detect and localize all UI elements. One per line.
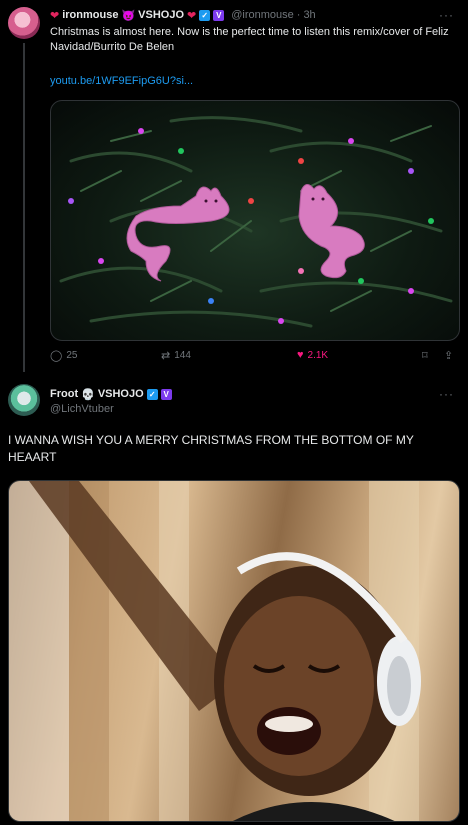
- share-icon: ⇪: [444, 350, 454, 362]
- tweet-header: ❤ ironmouse 😈 VSHOJO ❤ ✓ V @ironmouse · …: [50, 6, 316, 24]
- display-name-part2[interactable]: VSHOJO: [138, 9, 184, 21]
- avatar[interactable]: [8, 7, 40, 39]
- tweet-link[interactable]: youtu.be/1WF9EFipG6U?si...: [50, 75, 193, 87]
- more-options-icon[interactable]: ···: [439, 387, 454, 401]
- timestamp[interactable]: 3h: [303, 9, 315, 21]
- display-name-part1[interactable]: ironmouse: [62, 9, 118, 21]
- bookmark-button[interactable]: ⌑: [422, 349, 428, 362]
- skull-icon: 💀: [81, 388, 95, 401]
- repost-icon: ⇄: [161, 350, 171, 362]
- repost-button[interactable]: ⇄ 144: [161, 349, 191, 362]
- display-name-part2[interactable]: VSHOJO: [98, 388, 144, 400]
- display-name-part1[interactable]: Froot: [50, 388, 78, 400]
- thread-line: [23, 43, 25, 372]
- reply-count: 25: [66, 350, 78, 361]
- tweet-actions: ◯ 25 ⇄ 144 ♥ 2.1K ⌑ ⇪: [50, 349, 460, 367]
- vtuber-badge-icon: V: [213, 9, 225, 21]
- bookmark-icon: ⌑: [422, 350, 428, 362]
- more-options-icon[interactable]: ···: [439, 8, 454, 22]
- like-button[interactable]: ♥ 2.1K: [297, 349, 328, 361]
- repost-count: 144: [174, 350, 191, 361]
- heart-icon: ❤: [187, 9, 197, 22]
- tweet-header: Froot 💀 VSHOJO ✓ V: [50, 385, 172, 403]
- heart-icon: ❤: [50, 9, 60, 22]
- share-button[interactable]: ⇪: [444, 349, 453, 362]
- vtuber-badge-icon: V: [160, 388, 172, 400]
- avatar[interactable]: [8, 384, 40, 416]
- crying-person-photo: [9, 481, 421, 821]
- tweet-text: I WANNA WISH YOU A MERRY CHRISTMAS FROM …: [8, 433, 414, 464]
- user-handle[interactable]: @LichVtuber: [50, 403, 114, 415]
- like-icon: ♥: [297, 349, 304, 361]
- tweet-text: Christmas is almost here. Now is the per…: [50, 26, 449, 53]
- tweet-ironmouse[interactable]: ❤ ironmouse 😈 VSHOJO ❤ ✓ V @ironmouse · …: [0, 0, 468, 378]
- tweet-media-image[interactable]: [8, 480, 460, 822]
- verified-icon: ✓: [146, 388, 158, 400]
- tweet-media-image[interactable]: [50, 100, 460, 341]
- reply-button[interactable]: ◯ 25: [50, 349, 77, 362]
- like-count: 2.1K: [307, 349, 329, 361]
- reply-icon: ◯: [50, 350, 63, 362]
- verified-icon: ✓: [199, 9, 211, 21]
- devil-icon: 😈: [121, 9, 136, 22]
- separator-dot: ·: [296, 9, 301, 21]
- user-handle[interactable]: @ironmouse: [231, 9, 294, 21]
- christmas-tree-illustration: [59, 116, 453, 328]
